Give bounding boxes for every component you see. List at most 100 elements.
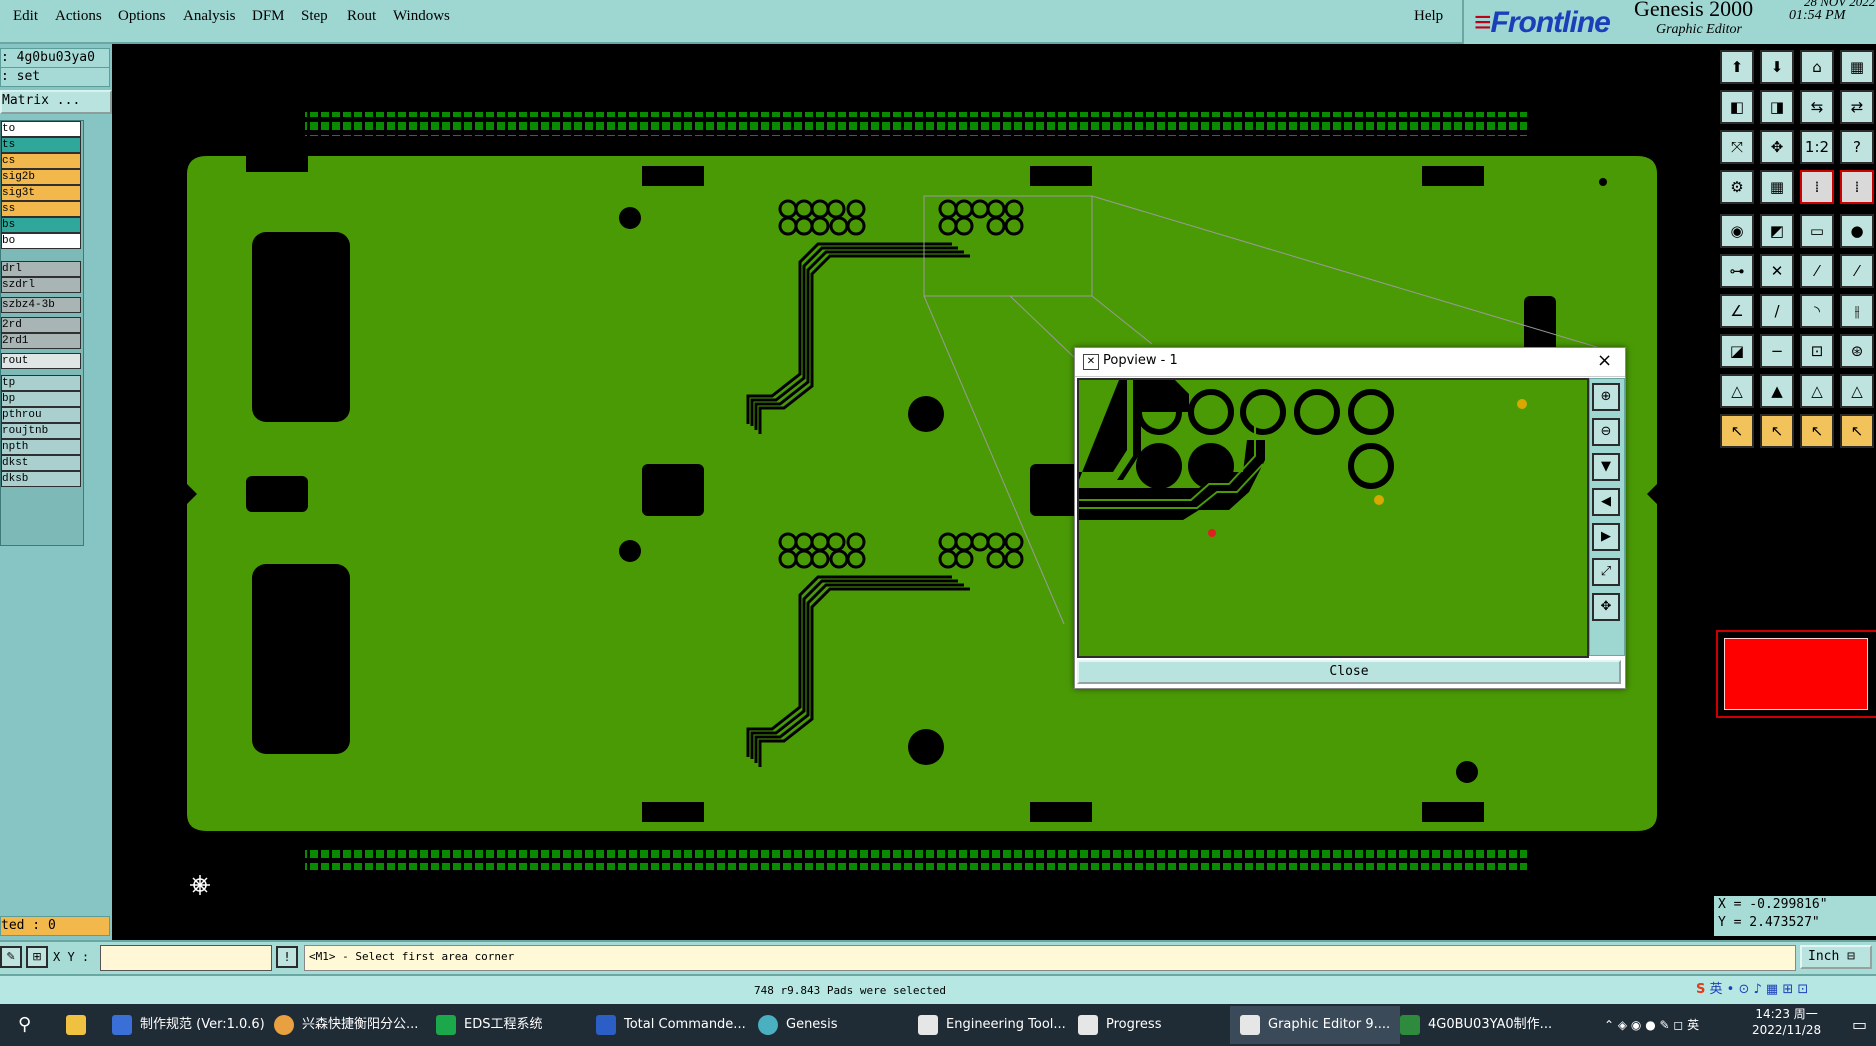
arc-icon[interactable]: ◝: [1800, 294, 1834, 328]
pad-icon[interactable]: ◪: [1720, 334, 1754, 368]
units-select[interactable]: Inch ⊟: [1800, 945, 1872, 969]
layout-icon[interactable]: ▦: [1840, 50, 1874, 84]
flip-icon[interactable]: ⇆: [1800, 90, 1834, 124]
group-icon[interactable]: ⊛: [1840, 334, 1874, 368]
edit-icon[interactable]: ✎: [0, 946, 22, 968]
layer-item[interactable]: ss: [1, 201, 81, 217]
system-tray-icons[interactable]: ⌃ ◈ ◉ ● ✎ ◻ 英: [1604, 1010, 1699, 1040]
file-explorer-icon[interactable]: [66, 1010, 94, 1040]
circle-icon[interactable]: ●: [1840, 214, 1874, 248]
task-item-4[interactable]: Genesis: [758, 1010, 837, 1040]
zoom-center-icon[interactable]: ✥: [1760, 130, 1794, 164]
matrix-button[interactable]: Matrix ...: [0, 90, 112, 114]
snap2-icon[interactable]: ⁞: [1840, 170, 1874, 204]
layer-item[interactable]: tp: [1, 375, 81, 391]
pan-down-icon[interactable]: ▼: [1592, 453, 1620, 481]
menu-rout[interactable]: Rout: [347, 8, 376, 25]
pointer4-icon[interactable]: ↖: [1840, 414, 1874, 448]
layer-item[interactable]: 2rd: [1, 317, 81, 333]
fork-icon[interactable]: ⫲: [1840, 294, 1874, 328]
board-preview[interactable]: [1716, 630, 1876, 718]
grid-icon[interactable]: ⊞: [26, 946, 48, 968]
layer-item[interactable]: bo: [1, 233, 81, 249]
grid-toggle-icon[interactable]: ▦: [1760, 170, 1794, 204]
task-item-1[interactable]: 兴森快捷衡阳分公...: [274, 1010, 418, 1040]
line-add-icon[interactable]: ⁄: [1800, 254, 1834, 288]
triangle2-icon[interactable]: ▲: [1760, 374, 1794, 408]
layer-item[interactable]: npth: [1, 439, 81, 455]
layer-item[interactable]: rout: [1, 353, 81, 369]
menu-windows[interactable]: Windows: [393, 8, 450, 25]
menu-analysis[interactable]: Analysis: [183, 8, 236, 25]
triangle4-icon[interactable]: △: [1840, 374, 1874, 408]
ime-toolbar[interactable]: S 英 • ⊙ ♪ ▦ ⊞ ⊡: [1696, 978, 1872, 1002]
triangle3-icon[interactable]: △: [1800, 374, 1834, 408]
layer-item[interactable]: dkst: [1, 455, 81, 471]
search-icon[interactable]: ⚲: [18, 1010, 31, 1040]
task-item-6[interactable]: Progress: [1078, 1010, 1161, 1040]
task-item-7[interactable]: Graphic Editor 9....: [1230, 1006, 1401, 1044]
layer-item[interactable]: to: [1, 121, 81, 137]
popview-window[interactable]: ✕ Popview - 1 × ⊕ ⊖ ▼ ◀ ▶ ⤢ ✥ Close: [1074, 347, 1626, 689]
layer-item[interactable]: cs: [1, 153, 81, 169]
triangle-icon[interactable]: △: [1720, 374, 1754, 408]
task-item-2[interactable]: EDS工程系统: [436, 1010, 542, 1040]
help-icon[interactable]: ?: [1840, 130, 1874, 164]
layer-item[interactable]: dksb: [1, 471, 81, 487]
layer-item[interactable]: szdrl: [1, 277, 81, 293]
layer-item[interactable]: bp: [1, 391, 81, 407]
menu-help[interactable]: Help: [1414, 8, 1443, 25]
home-icon[interactable]: ⌂: [1800, 50, 1834, 84]
info-icon[interactable]: !: [276, 946, 298, 968]
graphic-canvas[interactable]: ✕ Popview - 1 × ⊕ ⊖ ▼ ◀ ▶ ⤢ ✥ Close: [112, 44, 1712, 940]
prev-step-icon[interactable]: ◧: [1720, 90, 1754, 124]
scale-icon[interactable]: 1:2: [1800, 130, 1834, 164]
menu-options[interactable]: Options: [118, 8, 166, 25]
ruler-icon[interactable]: ▭: [1800, 214, 1834, 248]
cross-icon[interactable]: ✕: [1760, 254, 1794, 288]
layer-item[interactable]: bs: [1, 217, 81, 233]
clock[interactable]: 14:23 周一 2022/11/28: [1752, 1006, 1821, 1037]
layer-item[interactable]: sig3t: [1, 185, 81, 201]
menu-dfm[interactable]: DFM: [252, 8, 285, 25]
layer-item[interactable]: roujtnb: [1, 423, 81, 439]
popview-titlebar[interactable]: ✕ Popview - 1 ×: [1075, 348, 1625, 377]
task-item-5[interactable]: Engineering Tool...: [918, 1010, 1066, 1040]
measure-icon[interactable]: ◩: [1760, 214, 1794, 248]
pan-right-icon[interactable]: ▶: [1592, 523, 1620, 551]
zoom-in-icon[interactable]: ⊕: [1592, 383, 1620, 411]
fit-icon[interactable]: ⤢: [1592, 558, 1620, 586]
center-icon[interactable]: ✥: [1592, 593, 1620, 621]
angle-icon[interactable]: ∠: [1720, 294, 1754, 328]
snap-icon[interactable]: ⁞: [1800, 170, 1834, 204]
line-add2-icon[interactable]: ⁄: [1840, 254, 1874, 288]
save-icon[interactable]: ⬇: [1760, 50, 1794, 84]
connect-icon[interactable]: ⊶: [1720, 254, 1754, 288]
menu-step[interactable]: Step: [301, 8, 328, 25]
swap-icon[interactable]: ⇄: [1840, 90, 1874, 124]
layer-item[interactable]: ts: [1, 137, 81, 153]
task-item-0[interactable]: 制作规范 (Ver:1.0.6): [112, 1010, 265, 1040]
popview-canvas[interactable]: [1077, 378, 1589, 658]
zoom-out-icon[interactable]: ⊖: [1592, 418, 1620, 446]
tools-icon[interactable]: ⚙: [1720, 170, 1754, 204]
record-icon[interactable]: ◉: [1720, 214, 1754, 248]
menu-actions[interactable]: Actions: [55, 8, 102, 25]
layer-item[interactable]: pthrou: [1, 407, 81, 423]
minus-icon[interactable]: −: [1760, 334, 1794, 368]
zoom-fit-icon[interactable]: ⤧: [1720, 130, 1754, 164]
bracket-icon[interactable]: ⊡: [1800, 334, 1834, 368]
pointer-icon[interactable]: ↖: [1720, 414, 1754, 448]
pointer3-icon[interactable]: ↖: [1800, 414, 1834, 448]
pan-left-icon[interactable]: ◀: [1592, 488, 1620, 516]
menu-edit[interactable]: Edit: [13, 8, 38, 25]
layer-item[interactable]: 2rd1: [1, 333, 81, 349]
xy-input[interactable]: [100, 945, 272, 971]
slash-icon[interactable]: /: [1760, 294, 1794, 328]
close-icon[interactable]: ×: [1597, 350, 1612, 371]
task-item-8[interactable]: 4G0BU03YA0制作...: [1400, 1010, 1552, 1040]
open-job-icon[interactable]: ⬆: [1720, 50, 1754, 84]
popview-close-button[interactable]: Close: [1077, 660, 1621, 684]
layer-item[interactable]: sig2b: [1, 169, 81, 185]
next-step-icon[interactable]: ◨: [1760, 90, 1794, 124]
